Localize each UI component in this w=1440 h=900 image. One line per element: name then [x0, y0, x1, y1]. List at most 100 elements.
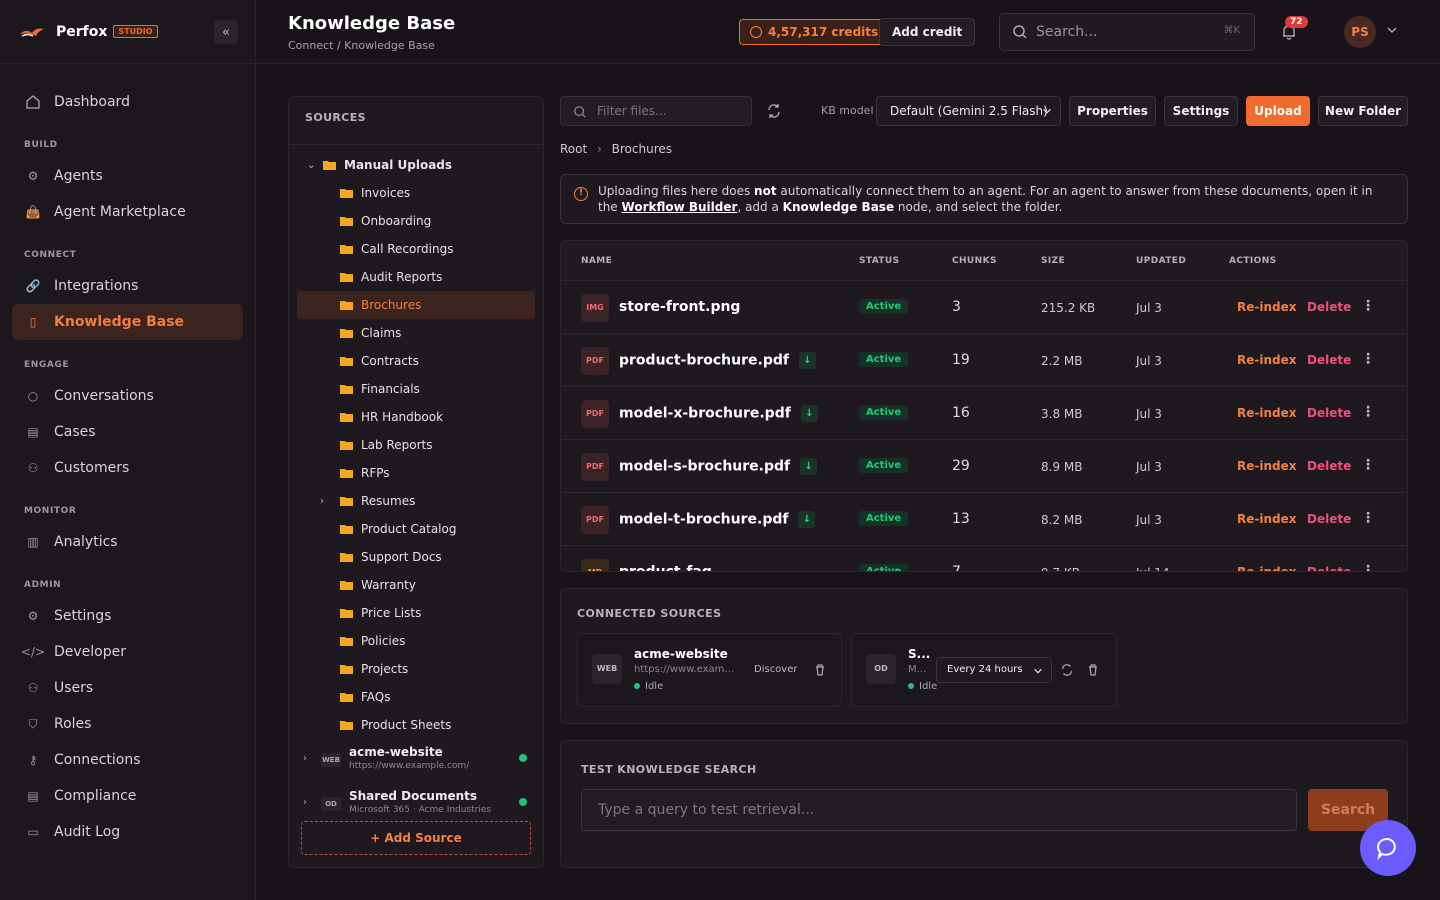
folder-hr-handbook[interactable]: HR Handbook [297, 403, 535, 431]
more-options-icon[interactable]: ⋮ [1361, 563, 1375, 571]
reindex-button[interactable]: Re-index [1237, 459, 1296, 473]
sidebar-item-settings[interactable]: ⚙ Settings [12, 598, 243, 634]
chevron-down-icon[interactable] [1386, 24, 1398, 36]
filter-files-input[interactable]: Filter files... [560, 96, 752, 126]
reindex-button[interactable]: Re-index [1237, 406, 1296, 420]
file-name[interactable]: model-x-brochure.pdf ↓ [619, 405, 818, 422]
sidebar-item-users[interactable]: ⚇ Users [12, 670, 243, 706]
sidebar-item-roles[interactable]: ⛉ Roles [12, 706, 243, 742]
more-options-icon[interactable]: ⋮ [1361, 298, 1375, 314]
file-name[interactable]: product-faq [619, 564, 712, 571]
folder-claims[interactable]: Claims [297, 319, 535, 347]
trash-icon[interactable] [1086, 663, 1100, 677]
folder-manual-uploads[interactable]: ⌄ Manual Uploads [297, 151, 535, 179]
sidebar-item-agents[interactable]: ⚙ Agents [12, 158, 243, 194]
reindex-button[interactable]: Re-index [1237, 300, 1296, 314]
file-type-icon: MD [581, 559, 609, 571]
delete-button[interactable]: Delete [1307, 459, 1351, 473]
delete-button[interactable]: Delete [1307, 353, 1351, 367]
chat-launcher-button[interactable] [1360, 820, 1416, 876]
sidebar-item-developer[interactable]: </> Developer [12, 634, 243, 670]
settings-button[interactable]: Settings [1164, 96, 1238, 126]
table-row[interactable]: IMG store-front.png Active 3 215.2 KB Jul 3 Re… [561, 281, 1407, 334]
file-name[interactable]: product-brochure.pdf ↓ [619, 352, 816, 369]
delete-button[interactable]: Delete [1307, 406, 1351, 420]
folder-call-recordings[interactable]: Call Recordings [297, 235, 535, 263]
external-source-item[interactable]: › WEB acme-website https://www.example.com/ [297, 739, 535, 783]
folder-lab-reports[interactable]: Lab Reports [297, 431, 535, 459]
delete-button[interactable]: Delete [1307, 300, 1351, 314]
breadcrumb-root[interactable]: Root [560, 142, 587, 156]
sidebar-item-customers[interactable]: ⚇ Customers [12, 450, 243, 486]
connected-source-card[interactable]: WEB acme-website https://www.exam... Idl… [577, 633, 842, 707]
sidebar-item-knowledge-base[interactable]: ▯ Knowledge Base [12, 304, 243, 340]
workflow-builder-link[interactable]: Workflow Builder [622, 200, 738, 214]
sidebar-item-connections[interactable]: ⚷ Connections [12, 742, 243, 778]
new-folder-button[interactable]: New Folder [1318, 96, 1408, 126]
upload-button[interactable]: Upload [1246, 96, 1310, 126]
download-icon[interactable]: ↓ [800, 405, 818, 422]
folder-resumes[interactable]: › Resumes [297, 487, 535, 515]
file-name[interactable]: model-t-brochure.pdf ↓ [619, 511, 816, 528]
table-row[interactable]: PDF model-s-brochure.pdf ↓ Active 29 8.9 MB Ju… [561, 440, 1407, 493]
more-options-icon[interactable]: ⋮ [1361, 457, 1375, 473]
kb-model-select[interactable]: Default (Gemini 2.5 Flash) [876, 96, 1061, 126]
folder-product-catalog[interactable]: Product Catalog [297, 515, 535, 543]
reindex-button[interactable]: Re-index [1237, 353, 1296, 367]
table-row[interactable]: MD product-faq Active 7 9.7 KB Jul 14 Re-index… [561, 546, 1407, 571]
table-row[interactable]: PDF product-brochure.pdf ↓ Active 19 2.2 MB Ju… [561, 334, 1407, 387]
folder-financials[interactable]: Financials [297, 375, 535, 403]
download-icon[interactable]: ↓ [798, 352, 816, 369]
refresh-icon[interactable] [1060, 663, 1074, 677]
global-search-input[interactable]: Search... ⌘K [999, 13, 1255, 51]
folder-warranty[interactable]: Warranty [297, 571, 535, 599]
folder-policies[interactable]: Policies [297, 627, 535, 655]
add-credit-button[interactable]: Add credit [879, 18, 976, 46]
folder-product-sheets[interactable]: Product Sheets [297, 711, 535, 739]
download-icon[interactable]: ↓ [800, 458, 818, 475]
test-query-input[interactable]: Type a query to test retrieval... [581, 789, 1297, 831]
folder-rfps[interactable]: RFPs [297, 459, 535, 487]
discover-button[interactable]: Discover [754, 664, 798, 675]
file-name[interactable]: store-front.png [619, 299, 740, 315]
sidebar-item-integrations[interactable]: 🔗 Integrations [12, 268, 243, 304]
table-row[interactable]: PDF model-x-brochure.pdf ↓ Active 16 3.8 MB Ju… [561, 387, 1407, 440]
folder-audit-reports[interactable]: Audit Reports [297, 263, 535, 291]
more-options-icon[interactable]: ⋮ [1361, 404, 1375, 420]
credits-badge[interactable]: 4,57,317 credits [739, 19, 890, 45]
connected-source-card[interactable]: OD S... M... Idle Every 24 hours [851, 633, 1117, 707]
status-badge: Active [859, 458, 909, 473]
delete-button[interactable]: Delete [1307, 512, 1351, 526]
folder-projects[interactable]: Projects [297, 655, 535, 683]
refresh-icon[interactable] [766, 103, 782, 119]
sidebar-item-dashboard[interactable]: Dashboard [12, 84, 243, 120]
folder-contracts[interactable]: Contracts [297, 347, 535, 375]
sync-schedule-select[interactable]: Every 24 hours [936, 657, 1052, 683]
more-options-icon[interactable]: ⋮ [1361, 351, 1375, 367]
folder-price-lists[interactable]: Price Lists [297, 599, 535, 627]
collapse-sidebar-button[interactable]: « [214, 20, 238, 44]
trash-icon[interactable] [813, 663, 827, 677]
table-row[interactable]: PDF model-t-brochure.pdf ↓ Active 13 8.2 MB Ju… [561, 493, 1407, 546]
table-body: IMG store-front.png Active 3 215.2 KB Jul 3 Re… [561, 281, 1407, 571]
add-source-button[interactable]: + Add Source [301, 821, 531, 855]
reindex-button[interactable]: Re-index [1237, 512, 1296, 526]
more-options-icon[interactable]: ⋮ [1361, 510, 1375, 526]
folder-onboarding[interactable]: Onboarding [297, 207, 535, 235]
sidebar-item-cases[interactable]: ▤ Cases [12, 414, 243, 450]
download-icon[interactable]: ↓ [798, 511, 816, 528]
sidebar-item-agent-marketplace[interactable]: 👜 Agent Marketplace [12, 194, 243, 230]
avatar[interactable]: PS [1344, 16, 1376, 48]
folder-invoices[interactable]: Invoices [297, 179, 535, 207]
file-name[interactable]: model-s-brochure.pdf ↓ [619, 458, 818, 475]
sidebar-item-audit-log[interactable]: ▭ Audit Log [12, 814, 243, 850]
folder-brochures[interactable]: Brochures [297, 291, 535, 319]
reindex-button[interactable]: Re-index [1237, 565, 1296, 571]
folder-support-docs[interactable]: Support Docs [297, 543, 535, 571]
delete-button[interactable]: Delete [1307, 565, 1351, 571]
folder-faqs[interactable]: FAQs [297, 683, 535, 711]
sidebar-item-compliance[interactable]: ▤ Compliance [12, 778, 243, 814]
properties-button[interactable]: Properties [1069, 96, 1156, 126]
sidebar-item-conversations[interactable]: ○ Conversations [12, 378, 243, 414]
sidebar-item-analytics[interactable]: ▥ Analytics [12, 524, 243, 560]
